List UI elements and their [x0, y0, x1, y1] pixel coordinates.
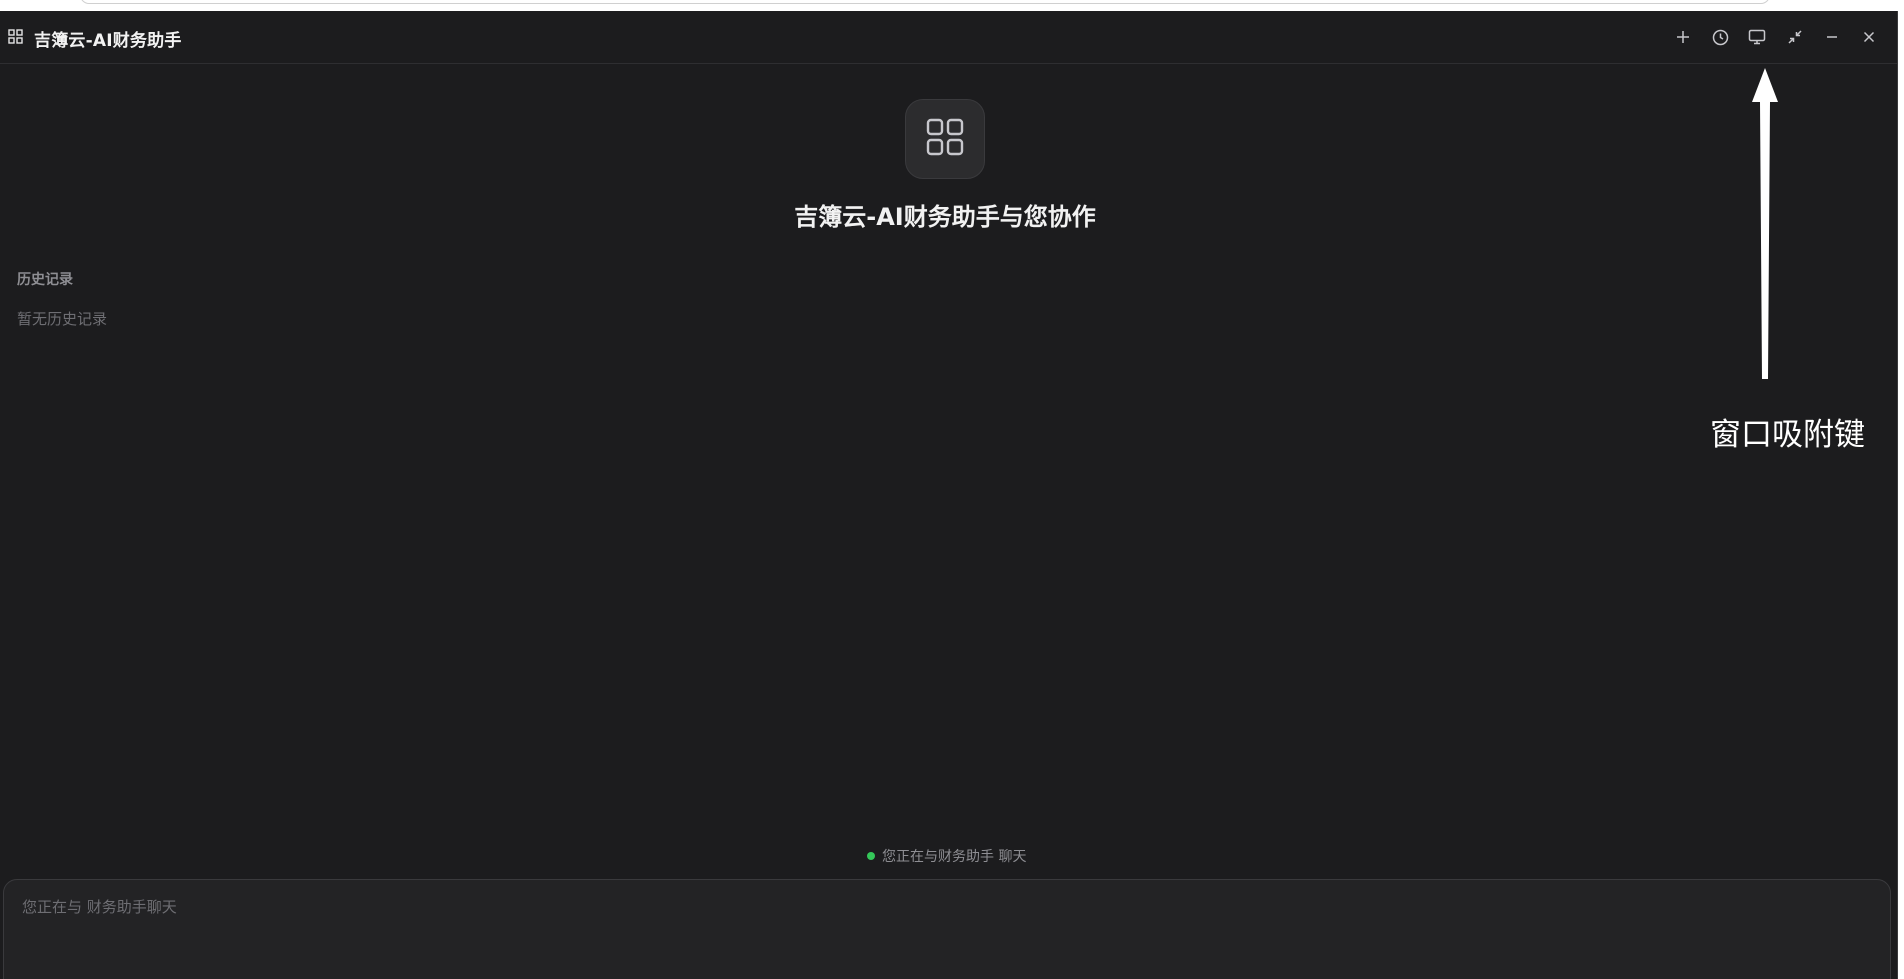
history-button[interactable] [1707, 24, 1733, 50]
monitor-icon [1748, 29, 1766, 45]
app-title: 吉簿云-AI财务助手 [34, 31, 182, 51]
new-chat-button[interactable] [1670, 24, 1696, 50]
chat-composer [3, 879, 1891, 979]
title-bar: 吉簿云-AI财务助手 [0, 11, 1897, 64]
chat-input[interactable] [20, 894, 1860, 974]
grid-icon [8, 29, 23, 44]
plus-icon [1676, 30, 1690, 44]
grid-icon [925, 117, 965, 161]
close-icon [1862, 30, 1876, 44]
annotation-arrow [1752, 68, 1778, 379]
minus-icon [1825, 30, 1839, 44]
chat-status-text: 您正在与财务助手 聊天 [882, 849, 1027, 865]
app-window: 吉簿云-AI财务助手 吉簿云-AI财务助手与您协作 历史记录 暂无历史记录 窗口… [0, 11, 1898, 979]
hero-title: 吉簿云-AI财务助手与您协作 [794, 203, 1096, 231]
clock-icon [1712, 29, 1729, 46]
annotation-label: 窗口吸附键 [1710, 417, 1865, 453]
address-bar-edge [80, 0, 1770, 4]
minimize-button[interactable] [1819, 24, 1845, 50]
hero-logo [905, 99, 985, 179]
collapse-arrows-icon [1787, 29, 1803, 45]
online-status-dot [867, 852, 875, 860]
browser-top-strip [0, 0, 1904, 11]
chat-status: 您正在与财务助手 聊天 [867, 846, 1026, 866]
collapse-button[interactable] [1782, 24, 1808, 50]
window-snap-button[interactable] [1744, 24, 1770, 50]
close-button[interactable] [1856, 24, 1882, 50]
history-empty-text: 暂无历史记录 [17, 310, 108, 328]
history-section-title: 历史记录 [17, 272, 73, 288]
